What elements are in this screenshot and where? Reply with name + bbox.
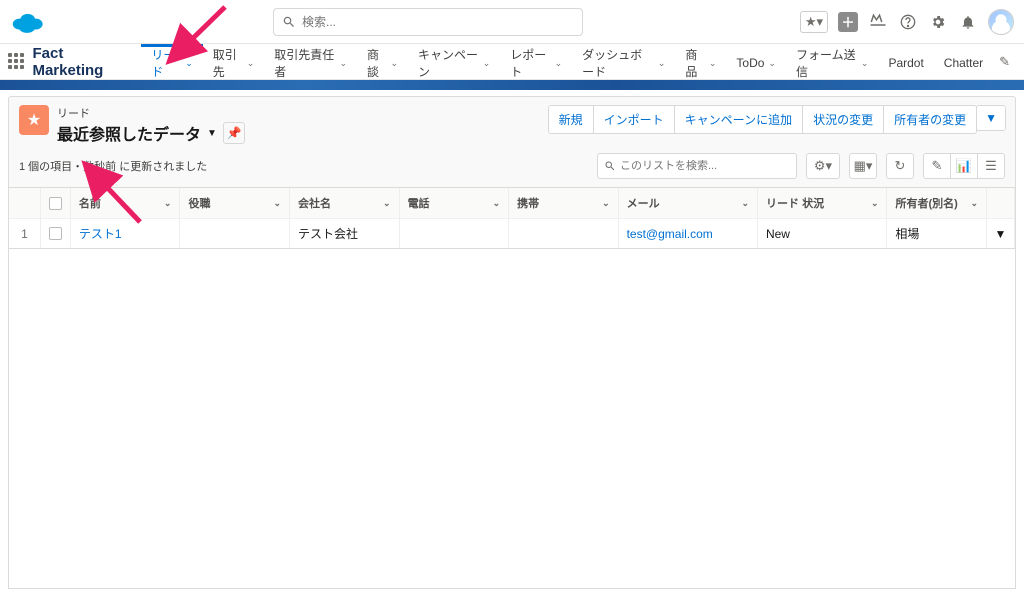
display-as-table-icon[interactable]: ▦▾ xyxy=(849,153,877,179)
global-search-input[interactable] xyxy=(302,15,574,29)
nav-tab-9[interactable]: フォーム送信⌄ xyxy=(786,44,878,79)
action-button-1[interactable]: インポート xyxy=(594,106,675,133)
search-icon xyxy=(282,15,296,29)
col-header-company[interactable]: 会社名⌄ xyxy=(290,188,400,218)
select-all-header[interactable] xyxy=(41,188,71,218)
object-label: リード xyxy=(57,105,245,121)
global-actions-button[interactable]: ＋ xyxy=(838,12,858,32)
cell-role xyxy=(180,218,290,248)
app-launcher-icon[interactable] xyxy=(8,53,24,71)
nav-tab-5[interactable]: レポート⌄ xyxy=(500,44,572,79)
action-button-4[interactable]: 所有者の変更 xyxy=(884,106,976,133)
list-view-name[interactable]: 最近参照したデータ xyxy=(57,121,201,145)
nav-tab-6[interactable]: ダッシュボード⌄ xyxy=(572,44,675,79)
app-nav-bar: Fact Marketing リード⌄取引先⌄取引先責任者⌄商談⌄キャンペーン⌄… xyxy=(0,44,1024,80)
favorites-button[interactable]: ★▾ xyxy=(800,11,828,33)
list-search-input[interactable] xyxy=(620,160,790,172)
action-button-3[interactable]: 状況の変更 xyxy=(803,106,884,133)
decorative-band xyxy=(0,80,1024,90)
chart-icon[interactable]: 📊 xyxy=(950,153,978,179)
pin-list-button[interactable]: 📌 xyxy=(223,122,245,144)
nav-tab-8[interactable]: ToDo⌄ xyxy=(726,44,786,79)
lead-object-icon: ★ xyxy=(19,105,49,135)
nav-tab-3[interactable]: 商談⌄ xyxy=(357,44,408,79)
nav-tab-2[interactable]: 取引先責任者⌄ xyxy=(264,44,357,79)
action-button-0[interactable]: 新規 xyxy=(549,106,594,133)
list-action-buttons: 新規インポートキャンペーンに追加状況の変更所有者の変更 xyxy=(548,105,977,134)
cell-owner: 相場 xyxy=(887,218,987,248)
cell-email[interactable]: test@gmail.com xyxy=(619,218,758,248)
action-button-2[interactable]: キャンペーンに追加 xyxy=(675,106,803,133)
list-view-table: 名前⌄ 役職⌄ 会社名⌄ 電話⌄ 携帯⌄ メール⌄ リード 状況⌄ 所有者(別名… xyxy=(8,188,1016,249)
list-controls-gear-icon[interactable]: ⚙▾ xyxy=(806,153,840,179)
inline-edit-icon[interactable]: ✎ xyxy=(923,153,951,179)
setup-gear-icon[interactable] xyxy=(928,12,948,32)
cell-company: テスト会社 xyxy=(290,218,400,248)
more-actions-button[interactable]: ▼ xyxy=(976,105,1006,131)
salesforce-logo xyxy=(10,10,44,34)
salesforce-help-icon[interactable] xyxy=(868,12,888,32)
global-header: ★▾ ＋ xyxy=(0,0,1024,44)
row-number: 1 xyxy=(9,218,41,248)
cell-phone xyxy=(400,218,510,248)
nav-tab-10[interactable]: Pardot xyxy=(878,44,933,79)
table-header-row: 名前⌄ 役職⌄ 会社名⌄ 電話⌄ 携帯⌄ メール⌄ リード 状況⌄ 所有者(別名… xyxy=(9,188,1015,218)
help-icon[interactable] xyxy=(898,12,918,32)
col-header-phone[interactable]: 電話⌄ xyxy=(400,188,510,218)
edit-nav-pencil-icon[interactable]: ✎ xyxy=(993,54,1016,70)
user-avatar[interactable] xyxy=(988,9,1014,35)
cell-name[interactable]: テスト1 xyxy=(71,218,181,248)
cell-status: New xyxy=(758,218,887,248)
nav-tab-1[interactable]: 取引先⌄ xyxy=(203,44,264,79)
col-header-mobile[interactable]: 携帯⌄ xyxy=(509,188,619,218)
col-header-owner[interactable]: 所有者(別名)⌄ xyxy=(887,188,987,218)
col-header-email[interactable]: メール⌄ xyxy=(619,188,758,218)
cell-mobile xyxy=(509,218,619,248)
list-view-header: ★ リード 最近参照したデータ ▼ 📌 新規インポートキャンペーンに追加状況の変… xyxy=(8,96,1016,188)
col-header-role[interactable]: 役職⌄ xyxy=(180,188,290,218)
list-status-text: 1 個の項目・数秒前 に更新されました xyxy=(19,158,587,174)
nav-tab-7[interactable]: 商品⌄ xyxy=(675,44,726,79)
col-header-actions xyxy=(987,188,1015,218)
nav-tab-0[interactable]: リード⌄ xyxy=(141,44,202,79)
col-header-status[interactable]: リード 状況⌄ xyxy=(758,188,887,218)
list-view-switcher-icon[interactable]: ▼ xyxy=(207,128,217,139)
notifications-bell-icon[interactable] xyxy=(958,12,978,32)
row-actions-button[interactable]: ▼ xyxy=(987,218,1015,248)
col-header-name[interactable]: 名前⌄ xyxy=(71,188,181,218)
empty-space xyxy=(8,249,1016,589)
app-name: Fact Marketing xyxy=(32,45,129,79)
list-search[interactable] xyxy=(597,153,797,179)
filter-icon[interactable]: ☰ xyxy=(977,153,1005,179)
row-number-header xyxy=(9,188,41,218)
nav-tab-11[interactable]: Chatter xyxy=(934,44,993,79)
row-checkbox[interactable] xyxy=(41,218,71,248)
refresh-icon[interactable]: ↻ xyxy=(886,153,914,179)
search-icon xyxy=(604,160,616,172)
table-row: 1 テスト1 テスト会社 test@gmail.comNew相場▼ xyxy=(9,218,1015,248)
global-search[interactable] xyxy=(273,8,583,36)
nav-tab-4[interactable]: キャンペーン⌄ xyxy=(408,44,500,79)
